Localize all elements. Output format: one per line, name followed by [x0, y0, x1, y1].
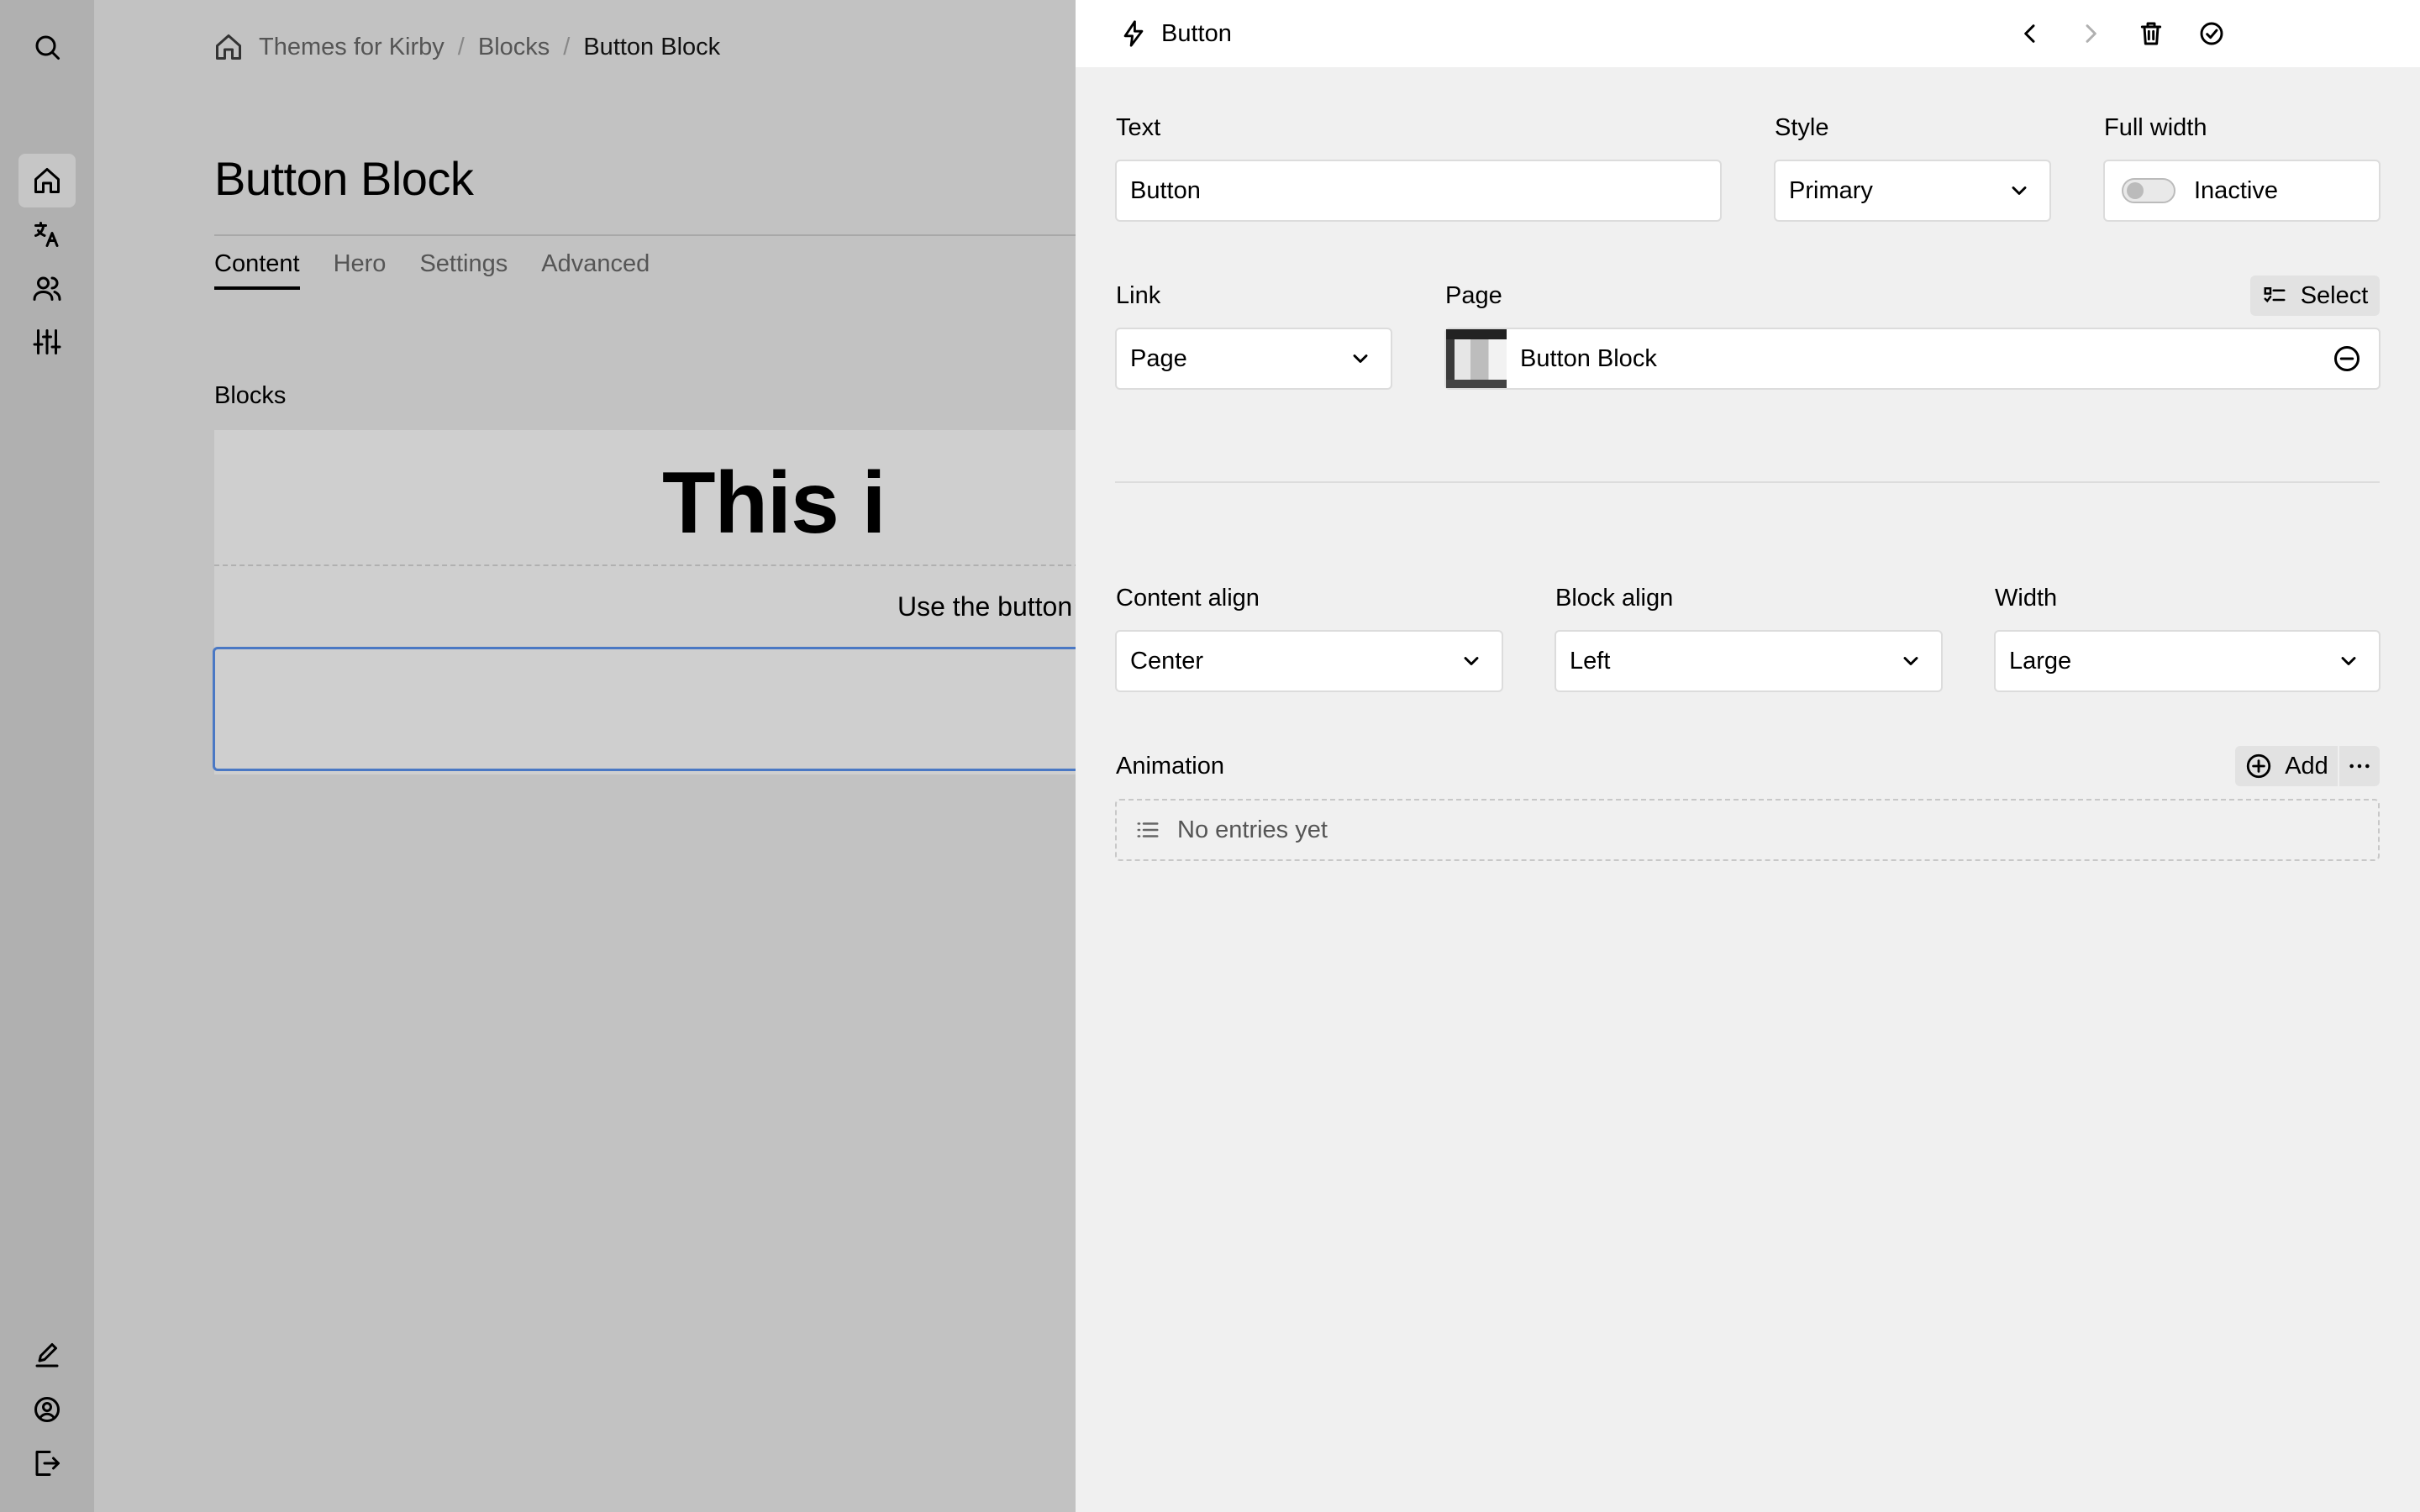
site-button[interactable] — [18, 154, 76, 207]
drawer-header: Button — [1076, 0, 2420, 67]
changes-button[interactable] — [18, 1329, 76, 1383]
trash-icon — [2140, 22, 2162, 45]
animation-options-button[interactable] — [2339, 746, 2380, 786]
tab-content[interactable]: Content — [214, 250, 300, 290]
fields-divider — [1115, 481, 2380, 483]
users-icon — [33, 276, 61, 301]
full-width-toggle[interactable] — [2122, 178, 2175, 203]
animation-empty-state[interactable]: No entries yet — [1115, 799, 2380, 861]
chevron-down-icon — [2337, 649, 2360, 673]
add-animation-label: Add — [2285, 752, 2328, 780]
search-icon — [35, 35, 60, 60]
drawer-title: Button — [1119, 17, 1232, 50]
page-thumbnail — [1446, 329, 1507, 388]
style-select[interactable]: Primary — [1774, 160, 2051, 222]
search-button[interactable] — [18, 20, 76, 74]
remove-circle-icon — [2334, 346, 2360, 371]
block-align-field-label: Block align — [1555, 585, 1674, 612]
drawer-title-label: Button — [1161, 19, 1232, 47]
chevron-down-icon — [1460, 649, 1483, 673]
text-input[interactable]: Button — [1115, 160, 1722, 222]
edit-icon — [35, 1343, 59, 1368]
remove-page-button[interactable] — [2332, 344, 2362, 374]
close-drawer-button[interactable] — [2193, 15, 2230, 52]
languages-button[interactable] — [18, 207, 76, 261]
text-input-value: Button — [1130, 176, 1201, 204]
block-drawer: Button — [1076, 0, 2420, 1512]
breadcrumb-separator: / — [457, 33, 465, 60]
style-select-value: Primary — [1789, 176, 1873, 204]
text-field-label: Text — [1116, 114, 1161, 141]
breadcrumb: Themes for Kirby / Blocks / Button Block — [213, 30, 720, 64]
delete-block-button[interactable] — [2133, 15, 2170, 52]
system-button[interactable] — [18, 315, 76, 369]
block-align-value: Left — [1570, 647, 1611, 675]
width-select[interactable]: Large — [1994, 630, 2381, 692]
chevron-down-icon — [2007, 179, 2031, 202]
dots-icon — [2349, 764, 2370, 769]
full-width-field-label: Full width — [2104, 114, 2207, 141]
selected-page-title: Button Block — [1520, 344, 1657, 372]
next-block-button[interactable] — [2072, 15, 2109, 52]
animation-actions: Add — [2235, 746, 2380, 786]
breadcrumb-separator: / — [563, 33, 571, 60]
check-circle-icon — [2200, 22, 2223, 45]
chevron-down-icon — [1899, 649, 1923, 673]
bolt-icon — [1123, 20, 1144, 47]
width-field-label: Width — [1995, 585, 2058, 612]
full-width-toggle-text: Inactive — [2194, 176, 2278, 204]
list-icon — [1137, 822, 1159, 837]
sliders-icon — [33, 329, 61, 354]
add-animation-button[interactable]: Add — [2235, 746, 2339, 786]
link-field-label: Link — [1116, 282, 1161, 309]
content-align-value: Center — [1130, 647, 1204, 675]
page-title: Button Block — [214, 152, 474, 205]
style-field-label: Style — [1775, 114, 1829, 141]
text-block-preview[interactable]: Use the button — [897, 591, 1072, 622]
select-page-button[interactable]: Select — [2250, 276, 2380, 316]
previous-block-button[interactable] — [2012, 15, 2049, 52]
block-align-select[interactable]: Left — [1555, 630, 1943, 692]
tab-hero[interactable]: Hero — [334, 250, 387, 290]
select-page-button-label: Select — [2300, 281, 2369, 309]
logout-icon — [35, 1451, 60, 1476]
blocks-field-label: Blocks — [214, 382, 287, 409]
account-icon — [34, 1397, 60, 1422]
chevron-left-icon — [2024, 24, 2035, 43]
tab-settings[interactable]: Settings — [419, 250, 508, 290]
chevron-right-icon — [2086, 24, 2096, 43]
width-value: Large — [2009, 647, 2072, 675]
selected-page-item[interactable]: Button Block — [1444, 328, 2381, 390]
content-align-select[interactable]: Center — [1115, 630, 1503, 692]
block-separator — [214, 564, 1080, 566]
header-divider — [214, 234, 1076, 236]
users-button[interactable] — [18, 261, 76, 315]
breadcrumb-item-current[interactable]: Button Block — [583, 34, 720, 61]
page-field-label: Page — [1445, 282, 1502, 309]
tab-advanced[interactable]: Advanced — [541, 250, 650, 290]
breadcrumb-item-site[interactable]: Themes for Kirby — [259, 34, 445, 61]
home-icon[interactable] — [213, 32, 244, 62]
animation-field-label: Animation — [1116, 753, 1224, 780]
translate-icon — [34, 222, 59, 247]
animation-empty-text: No entries yet — [1177, 816, 1328, 843]
selected-button-block[interactable] — [213, 647, 1086, 771]
logout-button[interactable] — [18, 1436, 76, 1490]
breadcrumb-item-blocks[interactable]: Blocks — [478, 34, 550, 61]
heading-block-preview[interactable]: This i — [662, 454, 886, 554]
full-width-toggle-field[interactable]: Inactive — [2103, 160, 2381, 222]
home-icon — [34, 168, 60, 193]
link-type-value: Page — [1130, 344, 1187, 372]
sidebar-menu — [0, 0, 94, 1512]
checklist-icon — [2264, 287, 2286, 303]
account-button[interactable] — [18, 1383, 76, 1436]
chevron-down-icon — [1349, 347, 1372, 370]
page-tabs: Content Hero Settings Advanced — [214, 250, 650, 290]
add-circle-icon — [2247, 753, 2271, 779]
link-type-select[interactable]: Page — [1115, 328, 1392, 390]
content-align-field-label: Content align — [1116, 585, 1260, 612]
